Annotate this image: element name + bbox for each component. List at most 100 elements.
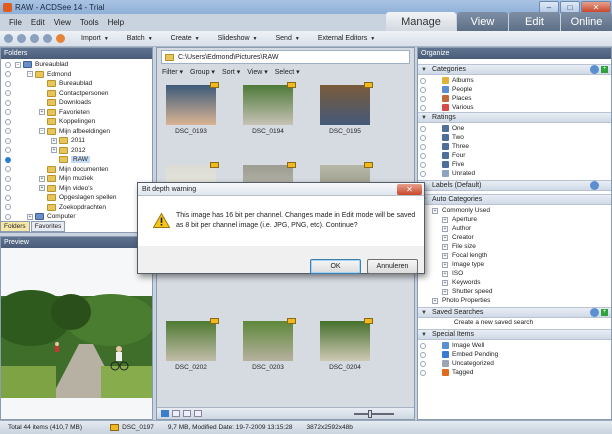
expand-icon[interactable]: + bbox=[27, 213, 33, 220]
folder-tree-item[interactable]: Downloads bbox=[1, 98, 152, 108]
menu-file[interactable]: File bbox=[9, 18, 22, 27]
expand-icon[interactable]: + bbox=[432, 207, 438, 214]
auto-category-item[interactable]: + Aperture bbox=[418, 215, 611, 224]
expand-icon[interactable]: + bbox=[442, 279, 448, 286]
filter-radio[interactable] bbox=[420, 161, 426, 168]
expand-icon[interactable]: + bbox=[39, 175, 45, 182]
folder-select-radio[interactable] bbox=[5, 147, 11, 154]
add-icon[interactable]: + bbox=[601, 66, 608, 73]
folder-select-radio[interactable] bbox=[5, 213, 11, 220]
rating-item[interactable]: Unrated bbox=[418, 169, 611, 178]
filter-radio[interactable] bbox=[420, 170, 426, 177]
expand-icon[interactable]: + bbox=[442, 252, 448, 259]
filter-radio[interactable] bbox=[420, 152, 426, 159]
thumbnail[interactable]: DSC_0194 bbox=[239, 82, 297, 140]
ok-button[interactable]: OK bbox=[310, 259, 361, 274]
filter-radio[interactable] bbox=[420, 86, 426, 93]
next-icon[interactable] bbox=[183, 410, 191, 417]
send-menu[interactable]: Send ▼ bbox=[276, 35, 300, 42]
filter-radio[interactable] bbox=[420, 104, 426, 111]
folder-select-radio[interactable] bbox=[5, 204, 11, 211]
gear-icon[interactable] bbox=[590, 308, 599, 317]
labels-section[interactable]: ▶Labels (Default) bbox=[418, 180, 611, 191]
folder-select-radio[interactable] bbox=[5, 61, 11, 68]
collapse-icon[interactable]: − bbox=[15, 61, 21, 68]
category-item[interactable]: Various bbox=[418, 103, 611, 112]
folder-select-radio[interactable] bbox=[5, 175, 11, 182]
thumbnail[interactable]: DSC_0193 bbox=[162, 82, 220, 140]
auto-category-item[interactable]: + Creator bbox=[418, 233, 611, 242]
view-menu[interactable]: View ▾ bbox=[247, 68, 268, 76]
filter-radio[interactable] bbox=[420, 369, 426, 376]
batch-menu[interactable]: Batch ▼ bbox=[127, 35, 153, 42]
category-item[interactable]: Places bbox=[418, 94, 611, 103]
folder-select-radio[interactable] bbox=[5, 109, 11, 116]
folder-tree-item[interactable]: − Bureaublad bbox=[1, 60, 152, 70]
collapse-icon[interactable]: − bbox=[39, 128, 45, 135]
rotate-icon[interactable] bbox=[194, 410, 202, 417]
expand-icon[interactable]: + bbox=[442, 234, 448, 241]
expand-icon[interactable]: + bbox=[442, 270, 448, 277]
saved-searches-section[interactable]: ▼ Saved Searches + bbox=[418, 307, 611, 318]
folder-tree-item[interactable]: Koppelingen bbox=[1, 117, 152, 127]
filter-radio[interactable] bbox=[420, 143, 426, 150]
menu-view[interactable]: View bbox=[54, 18, 71, 27]
forward-icon[interactable] bbox=[17, 34, 26, 43]
auto-category-item[interactable]: + File size bbox=[418, 242, 611, 251]
menu-edit[interactable]: Edit bbox=[31, 18, 45, 27]
add-icon[interactable]: + bbox=[601, 309, 608, 316]
rating-item[interactable]: Two bbox=[418, 133, 611, 142]
filter-radio[interactable] bbox=[420, 134, 426, 141]
up-icon[interactable] bbox=[30, 34, 39, 43]
folder-tree-item[interactable]: Opgeslagen spellen bbox=[1, 193, 152, 203]
special-items-section[interactable]: ▼ Special Items bbox=[418, 329, 611, 340]
menu-tools[interactable]: Tools bbox=[80, 18, 99, 27]
slideshow-menu[interactable]: Slideshow ▼ bbox=[218, 35, 258, 42]
cancel-button[interactable]: Annuleren bbox=[367, 259, 418, 274]
auto-category-item[interactable]: + ISO bbox=[418, 269, 611, 278]
folder-select-radio[interactable] bbox=[5, 128, 11, 135]
filter-radio[interactable] bbox=[420, 351, 426, 358]
folder-tree-item[interactable]: + Mijn muziek bbox=[1, 174, 152, 184]
thumbnail[interactable]: DSC_0195 bbox=[316, 82, 374, 140]
rating-item[interactable]: Three bbox=[418, 142, 611, 151]
ratings-section[interactable]: ▼ Ratings bbox=[418, 112, 611, 123]
folder-select-radio[interactable] bbox=[5, 166, 11, 173]
filter-radio[interactable] bbox=[420, 95, 426, 102]
tab-folders[interactable]: Folders bbox=[0, 221, 30, 232]
folder-select-radio[interactable] bbox=[5, 71, 11, 78]
folder-tree-item[interactable]: Mijn documenten bbox=[1, 165, 152, 175]
collapse-icon[interactable]: − bbox=[27, 71, 33, 78]
category-item[interactable]: Albums bbox=[418, 76, 611, 85]
expand-icon[interactable]: + bbox=[442, 288, 448, 295]
folder-select-radio[interactable] bbox=[5, 80, 11, 87]
filter-radio[interactable] bbox=[420, 125, 426, 132]
expand-icon[interactable]: + bbox=[442, 216, 448, 223]
gear-icon[interactable] bbox=[590, 181, 599, 190]
special-item[interactable]: Image Well bbox=[418, 341, 611, 350]
mode-manage[interactable]: Manage bbox=[386, 12, 456, 31]
filter-menu[interactable]: Filter ▾ bbox=[162, 68, 183, 76]
folder-select-radio[interactable] bbox=[5, 185, 11, 192]
special-item[interactable]: Embed Pending bbox=[418, 350, 611, 359]
special-item[interactable]: Tagged bbox=[418, 368, 611, 377]
expand-icon[interactable]: + bbox=[39, 185, 45, 192]
folder-tree-item[interactable]: − Mijn afbeeldingen bbox=[1, 127, 152, 137]
folder-tree-item[interactable]: +2011 bbox=[1, 136, 152, 146]
expand-icon[interactable]: + bbox=[39, 109, 45, 116]
mode-view[interactable]: View bbox=[457, 12, 508, 31]
filter-radio[interactable] bbox=[420, 77, 426, 84]
zoom-slider[interactable] bbox=[354, 409, 394, 418]
select-menu[interactable]: Select ▾ bbox=[275, 68, 300, 76]
expand-icon[interactable]: + bbox=[442, 261, 448, 268]
view-mode-icon[interactable] bbox=[161, 410, 169, 417]
expand-icon[interactable]: + bbox=[442, 243, 448, 250]
thumbnail[interactable]: DSC_0204 bbox=[316, 318, 374, 376]
folder-select-radio[interactable] bbox=[5, 118, 11, 125]
group-menu[interactable]: Group ▾ bbox=[190, 68, 215, 76]
mode-edit[interactable]: Edit bbox=[509, 12, 560, 31]
thumbnail[interactable]: DSC_0202 bbox=[162, 318, 220, 376]
prev-icon[interactable] bbox=[172, 410, 180, 417]
auto-category-item[interactable]: + Photo Properties bbox=[418, 296, 611, 305]
expand-icon[interactable]: + bbox=[442, 225, 448, 232]
